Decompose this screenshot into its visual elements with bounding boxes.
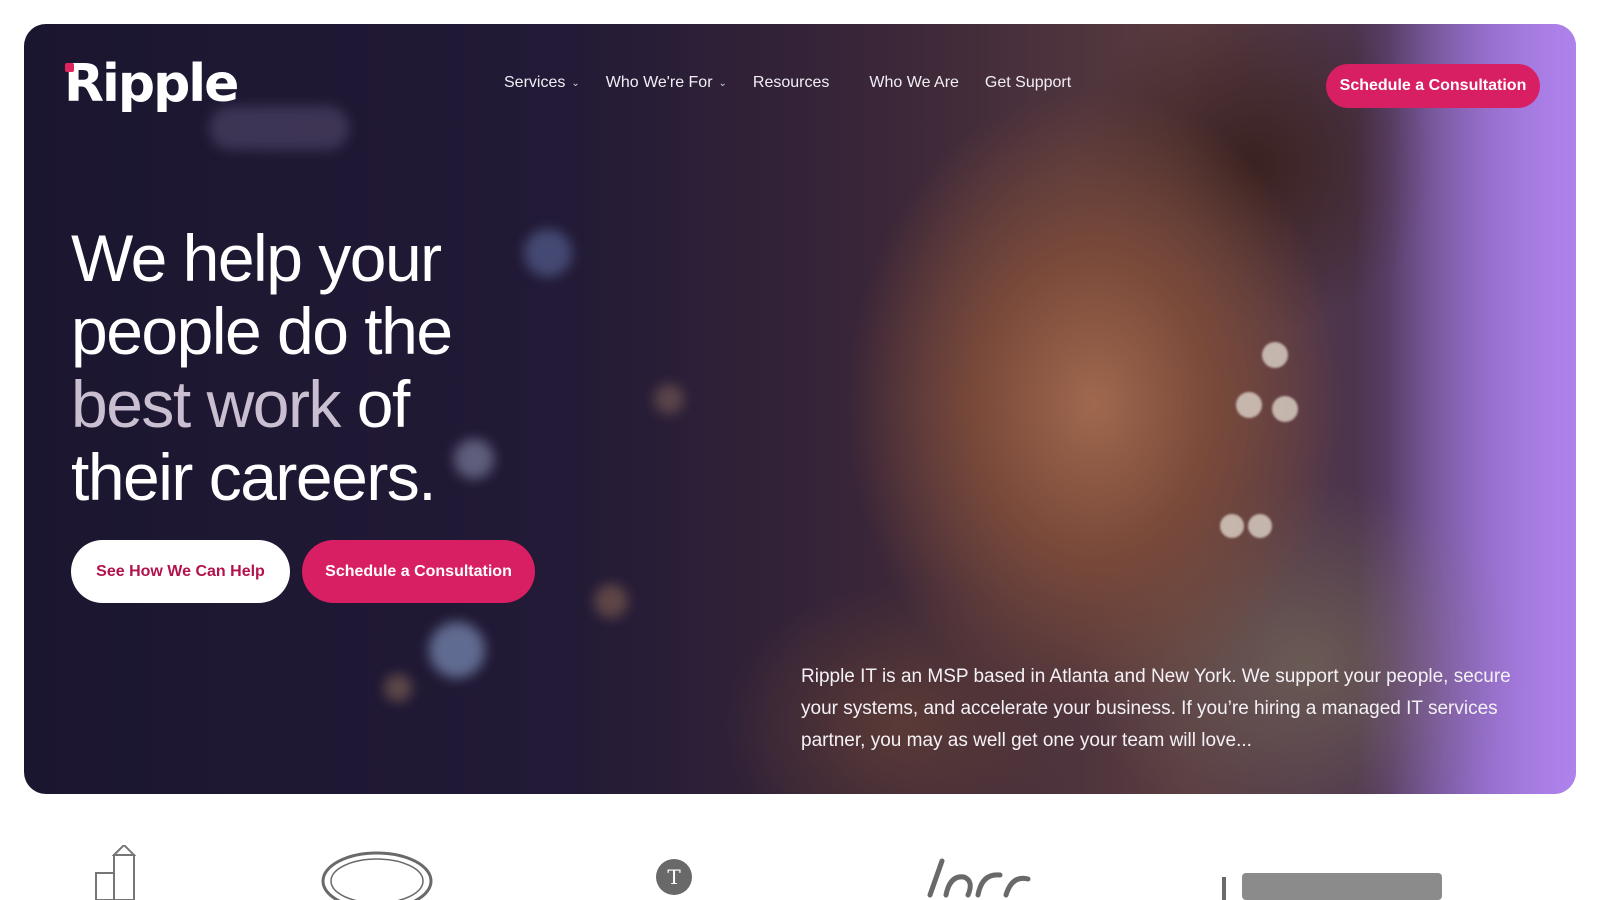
logo-accent-dot [65, 63, 74, 72]
nav-item-who-were-for[interactable]: Who We're For ⌄ [606, 74, 727, 92]
headline-line: of [356, 367, 411, 441]
bokeh-light [384, 674, 412, 702]
earring-pearl [1248, 514, 1272, 538]
nav-item-resources[interactable]: Resources [753, 74, 829, 92]
svg-text:T: T [667, 865, 681, 889]
nav-item-get-support[interactable]: Get Support [985, 74, 1071, 92]
hero-headline: We help your people do the best work of … [71, 222, 631, 514]
headline-line: people do the [71, 294, 453, 368]
chevron-down-icon: ⌄ [718, 77, 727, 89]
chevron-down-icon: ⌄ [571, 77, 580, 89]
schedule-consultation-button[interactable]: Schedule a Consultation [1326, 64, 1540, 108]
bokeh-light [429, 622, 485, 678]
hero-cta-row: See How We Can Help Schedule a Consultat… [71, 540, 535, 603]
circle-logo-icon: T [656, 859, 692, 895]
wordmark-logo-icon [1222, 873, 1442, 900]
see-how-we-can-help-button[interactable]: See How We Can Help [71, 540, 290, 603]
nav-item-services[interactable]: Services ⌄ [504, 74, 580, 92]
sunburst-logo-icon [321, 851, 433, 900]
earring-pearl [1272, 396, 1298, 422]
nav-item-label: Services [504, 74, 566, 91]
bokeh-light [594, 584, 628, 618]
script-logo-icon [927, 858, 1031, 898]
headline-line: We help your [71, 221, 442, 295]
nav-item-label: Who We're For [605, 74, 713, 91]
hero-schedule-consultation-button[interactable]: Schedule a Consultation [302, 540, 535, 603]
nav-item-who-we-are[interactable]: Who We Are [869, 74, 959, 92]
earring-pearl [1220, 514, 1244, 538]
nav-item-label: Get Support [984, 74, 1072, 91]
nav-item-label: Resources [752, 74, 830, 91]
earring-pearl [1236, 392, 1262, 418]
ripple-logo[interactable]: Ripple [64, 54, 239, 114]
client-logo-strip: T [0, 845, 1600, 900]
main-nav: Services ⌄ Who We're For ⌄ Resources Who… [504, 74, 1097, 92]
hero-banner: Ripple Services ⌄ Who We're For ⌄ Resour… [24, 24, 1576, 794]
headline-highlight: best work [71, 367, 341, 441]
headline-line: their careers. [71, 440, 437, 514]
building-logo-icon [95, 845, 137, 900]
earring-pearl [1262, 342, 1288, 368]
bokeh-light [654, 384, 684, 414]
nav-item-label: Who We Are [869, 74, 959, 91]
hero-description: Ripple IT is an MSP based in Atlanta and… [801, 666, 1511, 751]
